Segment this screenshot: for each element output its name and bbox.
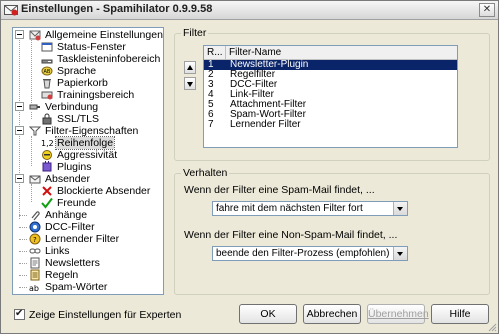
- nonspam-action-value: beende den Filter-Prozess (empfohlen): [216, 248, 390, 259]
- links-icon: [29, 248, 41, 254]
- tree-item-label: Aggressivität: [57, 149, 118, 161]
- newsletter-icon: [30, 257, 40, 269]
- blocked-icon: [42, 186, 52, 196]
- title-bar[interactable]: Einstellungen - Spamihilator 0.9.9.58 ✕: [1, 1, 498, 20]
- tree-expander[interactable]: [15, 174, 24, 183]
- tree-item-label: Plugins: [57, 161, 92, 173]
- svg-text:ab: ab: [29, 284, 39, 293]
- apply-button-label: Übernehmen: [368, 308, 429, 320]
- tree-line: [31, 112, 32, 119]
- resize-grip-icon[interactable]: [487, 322, 497, 332]
- tree-item-label: Absender: [45, 173, 90, 185]
- plugin-icon: [42, 161, 52, 172]
- move-up-button[interactable]: [184, 61, 196, 74]
- settings-window: Einstellungen - Spamihilator 0.9.9.58 ✕ …: [0, 0, 499, 334]
- chevron-down-icon[interactable]: [393, 202, 407, 215]
- chevron-down-icon[interactable]: [393, 247, 407, 260]
- filter-rank: 7: [208, 119, 214, 130]
- tree-item-label: Sprache: [57, 65, 97, 77]
- lock-icon: [42, 113, 52, 125]
- tree-item-label: DCC-Filter: [45, 221, 95, 233]
- tree-item-label: Trainingsbereich: [57, 89, 135, 101]
- tree-line: [19, 287, 27, 288]
- tree-item-label: Status-Fenster: [57, 41, 126, 53]
- expert-settings-checkbox[interactable]: [14, 308, 25, 320]
- tree-item-label: Spam-Wörter: [45, 281, 108, 293]
- tree-item-label: Taskleisteninfobereich: [57, 53, 161, 65]
- connection-icon: [29, 104, 40, 110]
- order-icon: 1,2: [41, 139, 53, 148]
- learning-filter-icon: ?: [29, 233, 41, 245]
- behavior-group-title: Verhalten: [181, 167, 230, 179]
- close-button[interactable]: ✕: [479, 3, 495, 17]
- tree-item-label: Regeln: [45, 269, 79, 281]
- rules-icon: [30, 269, 40, 281]
- filter-name: Lernender Filter: [230, 119, 301, 130]
- ok-button[interactable]: OK: [239, 304, 297, 324]
- cancel-button[interactable]: Abbrechen: [303, 304, 361, 324]
- tree-line: [19, 263, 27, 264]
- filter-group-title: Filter: [181, 27, 209, 39]
- tree-line: [31, 184, 32, 202]
- tree-item-label: Verbindung: [45, 101, 99, 113]
- tree-line: [19, 275, 27, 276]
- column-header-filter-name[interactable]: Filter-Name: [226, 46, 457, 59]
- tree-item-label: Allgemeine Einstellungen: [45, 29, 163, 41]
- spam-action-label: Wenn der Filter eine Spam-Mail findet, .…: [184, 184, 375, 196]
- aggressiveness-icon: [42, 150, 52, 160]
- apply-button[interactable]: Übernehmen: [367, 304, 429, 324]
- window-title: Einstellungen - Spamihilator 0.9.9.58: [21, 3, 213, 15]
- nonspam-action-label: Wenn der Filter eine Non-Spam-Mail finde…: [184, 229, 398, 241]
- tree-item-label: Newsletters: [45, 257, 100, 269]
- tree-item-label: Lernender Filter: [45, 233, 120, 245]
- filter-list-header: R... Filter-Name: [204, 46, 457, 60]
- column-header-rank[interactable]: R...: [204, 46, 226, 59]
- filter-list[interactable]: R... Filter-Name 1 Newsletter-Plugin 2 R…: [203, 45, 458, 148]
- sender-icon: [29, 175, 41, 184]
- taskbar-icon: [41, 59, 53, 64]
- tree-item-label: Links: [45, 245, 70, 257]
- tree-line: [31, 40, 32, 103]
- tree-item-label: SSL/TLS: [57, 113, 100, 125]
- tree-expander[interactable]: [15, 30, 24, 39]
- nonspam-action-dropdown[interactable]: beende den Filter-Prozess (empfohlen): [212, 246, 408, 261]
- svg-text:1,2: 1,2: [41, 139, 53, 148]
- friends-icon: [41, 197, 53, 209]
- training-icon: [41, 91, 53, 100]
- language-icon: AB: [41, 66, 53, 76]
- svg-text:AB: AB: [44, 69, 51, 75]
- tree-line: [19, 239, 27, 240]
- help-button[interactable]: Hilfe: [431, 304, 489, 324]
- settings-tree[interactable]: Allgemeine Einstellungen Status-Fenster …: [12, 27, 164, 295]
- tree-line: [19, 215, 27, 216]
- filter-icon: [29, 126, 41, 136]
- tree-item-label: Blockierte Absender: [57, 185, 151, 197]
- tree-line: [19, 251, 27, 252]
- tree-line: [31, 136, 32, 166]
- filter-row[interactable]: 7 Lernender Filter: [204, 120, 457, 130]
- spam-words-icon: ab: [29, 284, 39, 293]
- attachment-icon: [31, 211, 40, 221]
- spam-action-dropdown[interactable]: fahre mit dem nächsten Filter fort: [212, 201, 408, 216]
- trash-icon: [43, 79, 51, 89]
- tree-item-label: Freunde: [57, 197, 97, 209]
- tree-item-label: Reihenfolge: [54, 136, 116, 150]
- arrow-down-icon: [187, 82, 193, 87]
- tree-line: [19, 227, 27, 228]
- svg-text:?: ?: [33, 236, 37, 244]
- move-down-button[interactable]: [184, 77, 196, 90]
- tree-item-label: Anhänge: [45, 209, 88, 221]
- arrow-up-icon: [187, 65, 193, 70]
- tree-item-label: Filter-Eigenschaften: [45, 125, 139, 137]
- expert-settings-label[interactable]: Zeige Einstellungen für Experten: [29, 309, 181, 321]
- tree-expander[interactable]: [15, 102, 24, 111]
- tree-item-label: Papierkorb: [57, 77, 108, 89]
- spam-action-value: fahre mit dem nächsten Filter fort: [216, 203, 363, 214]
- spamihilator-app-icon: [4, 5, 18, 16]
- window-icon: [41, 42, 53, 52]
- settings-icon: [29, 30, 41, 41]
- dcc-icon: [29, 221, 41, 233]
- tree-expander[interactable]: [15, 126, 24, 135]
